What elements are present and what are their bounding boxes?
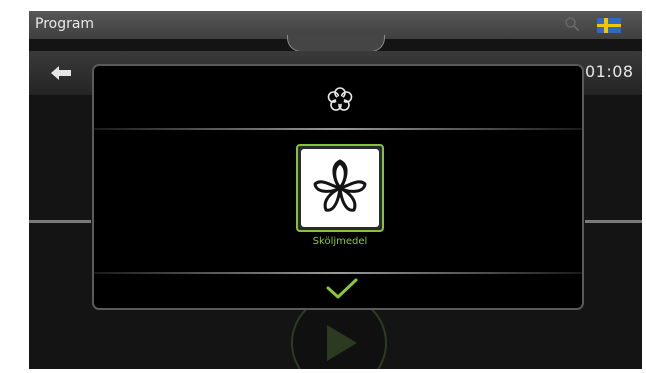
play-icon bbox=[327, 325, 357, 361]
back-arrow-icon[interactable] bbox=[51, 66, 71, 80]
divider-bottom bbox=[94, 272, 582, 274]
top-notch bbox=[287, 35, 385, 52]
rinse-aid-option-icon bbox=[313, 159, 367, 212]
swedish-flag-icon[interactable] bbox=[597, 18, 621, 33]
divider-top bbox=[94, 128, 582, 130]
progress-track-left bbox=[29, 220, 91, 223]
rinse-aid-option[interactable] bbox=[296, 144, 384, 232]
progress-track-right bbox=[585, 220, 642, 223]
checkmark-icon[interactable] bbox=[326, 278, 358, 300]
search-icon[interactable] bbox=[564, 16, 580, 32]
rinse-aid-dialog: Sköljmedel bbox=[92, 64, 584, 310]
rinse-aid-flower-icon bbox=[327, 87, 353, 111]
option-label: Sköljmedel bbox=[312, 236, 368, 247]
option-icon-background bbox=[301, 149, 379, 227]
page-title: Program bbox=[35, 16, 95, 32]
remaining-time: 01:08 bbox=[585, 62, 634, 81]
